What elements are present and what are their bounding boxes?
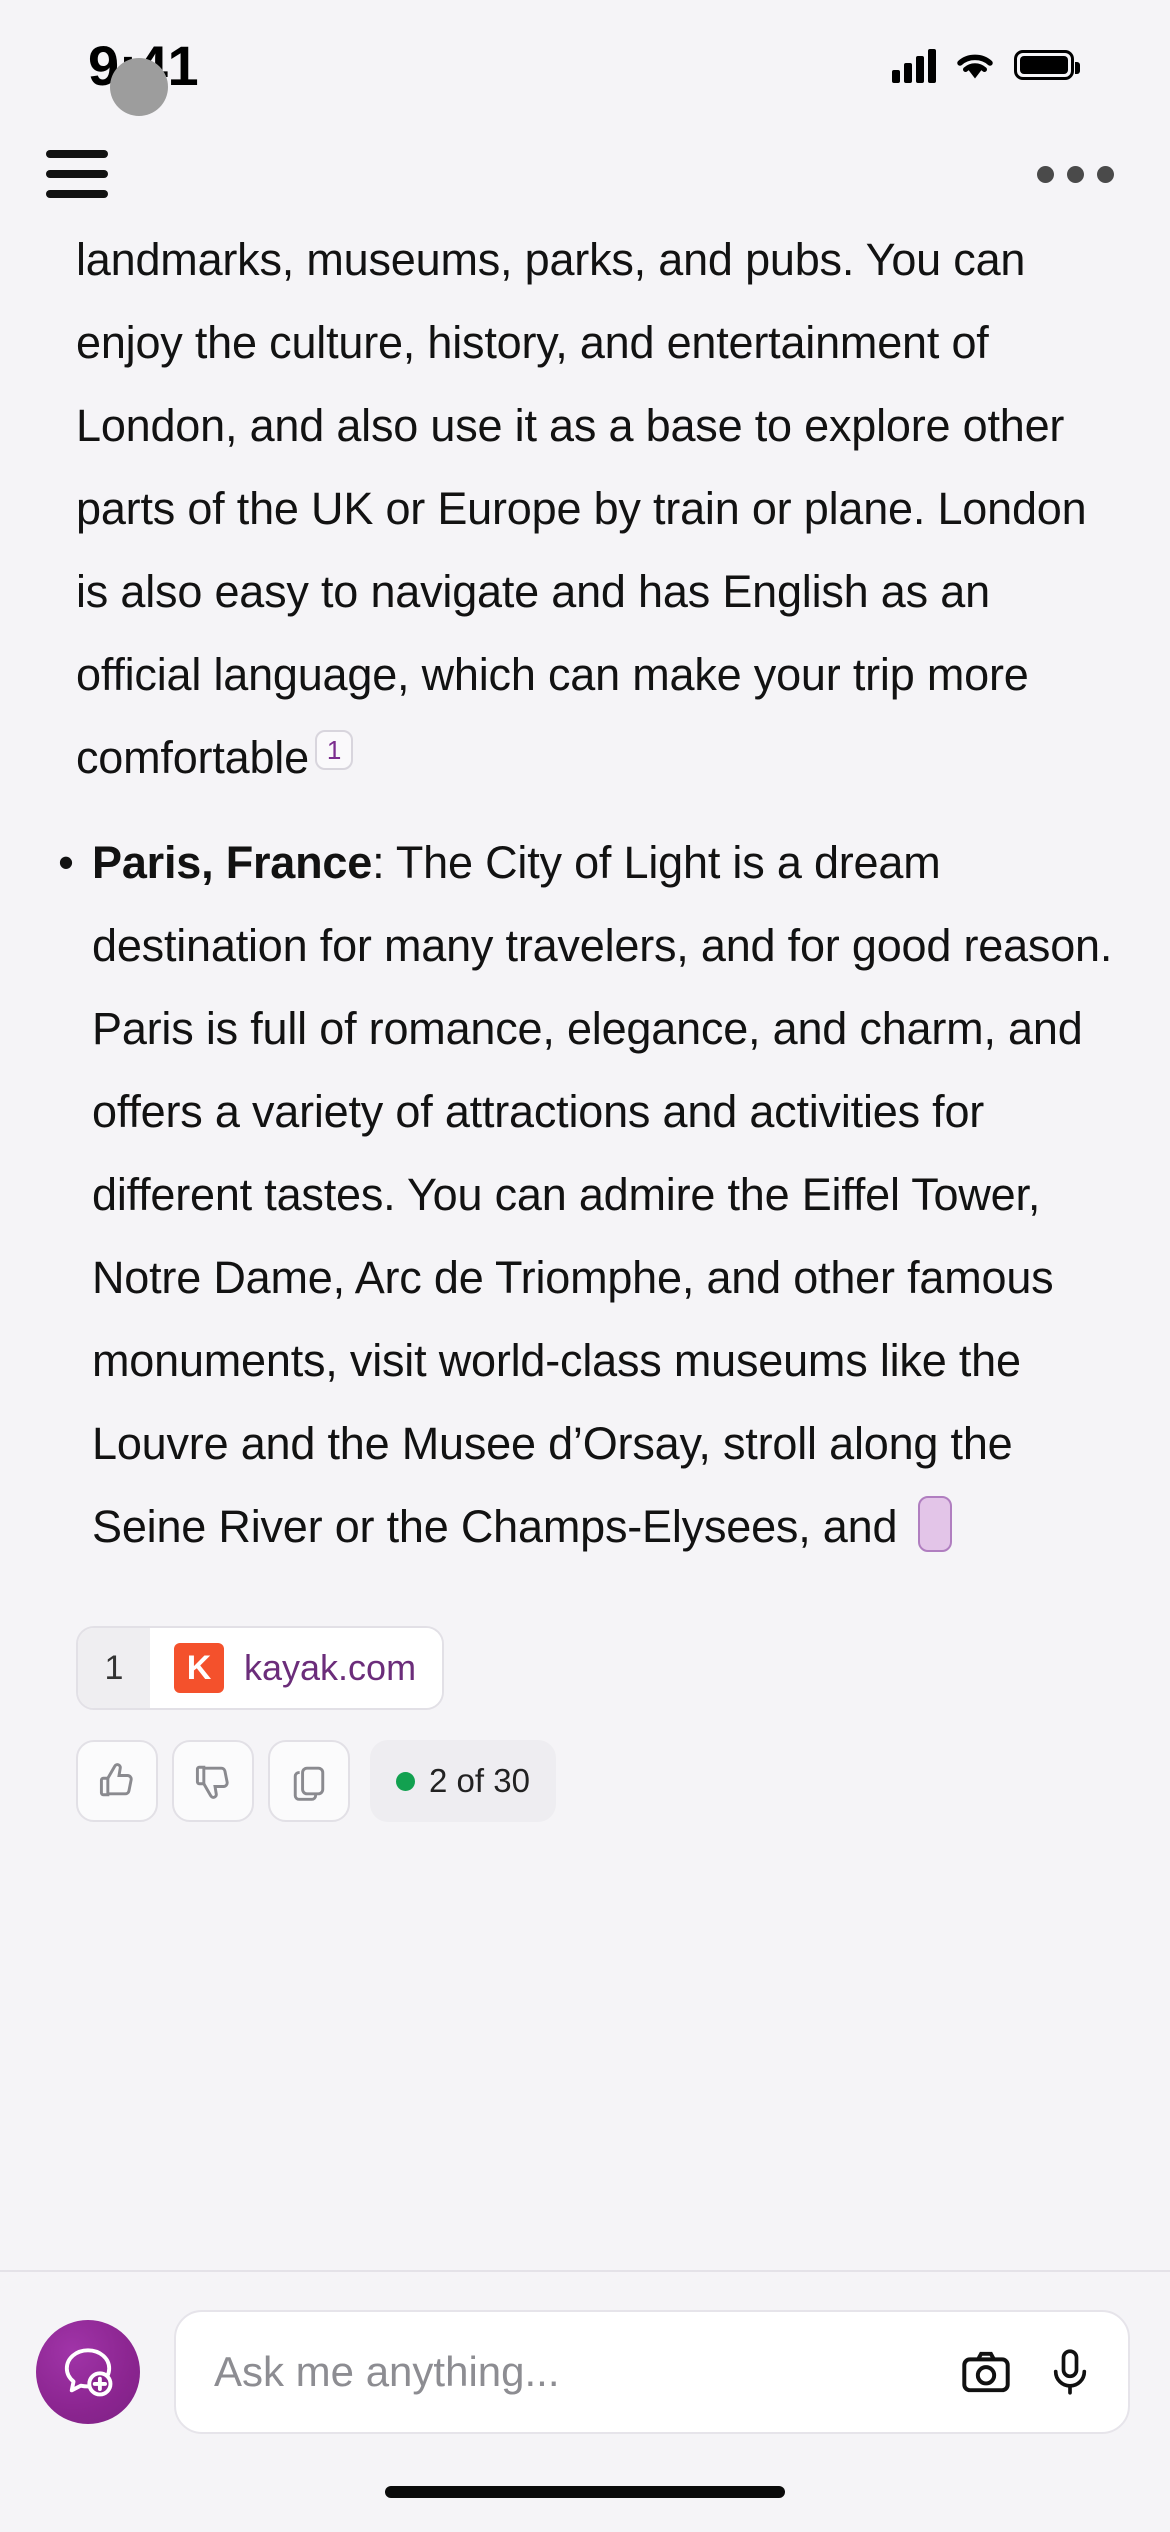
thumbs-down-icon bbox=[195, 1765, 229, 1799]
phone-screen: 9:41 landmarks, museums, parks, and pubs… bbox=[0, 0, 1170, 2532]
thumbs-up-icon bbox=[99, 1763, 133, 1797]
message-input-container[interactable]: Ask me anything... bbox=[174, 2310, 1130, 2434]
source-citations: 1 K kayak.com bbox=[40, 1626, 1130, 1710]
bullet-title: Paris, France bbox=[92, 837, 373, 888]
home-indicator bbox=[385, 2486, 785, 2498]
message-actions: 2 of 30 bbox=[40, 1740, 1130, 1822]
paragraph-text: landmarks, museums, parks, and pubs. You… bbox=[76, 234, 1087, 783]
conversation-scroll-area[interactable]: landmarks, museums, parks, and pubs. You… bbox=[0, 218, 1170, 2270]
hamburger-menu-icon[interactable] bbox=[46, 150, 108, 198]
typing-caret-icon bbox=[917, 1496, 952, 1552]
wifi-icon bbox=[957, 54, 993, 79]
bullet-content: Paris, France: The City of Light is a dr… bbox=[92, 821, 1120, 1568]
thumbs-down-button[interactable] bbox=[172, 1740, 254, 1822]
source-chip-kayak[interactable]: 1 K kayak.com bbox=[76, 1626, 445, 1710]
status-icons bbox=[892, 47, 1080, 83]
citation-badge[interactable]: 1 bbox=[314, 730, 354, 770]
composer-bar: Ask me anything... bbox=[0, 2272, 1170, 2472]
more-options-icon[interactable] bbox=[1037, 165, 1114, 183]
battery-full-icon bbox=[1014, 50, 1080, 80]
top-navigation-bar bbox=[0, 130, 1170, 218]
microphone-icon[interactable] bbox=[1044, 2344, 1096, 2400]
bullet-marker: • bbox=[58, 837, 74, 888]
copy-button[interactable] bbox=[268, 1740, 350, 1822]
bullet-title-separator: : bbox=[372, 837, 396, 888]
status-bar: 9:41 bbox=[0, 0, 1170, 130]
home-indicator-area bbox=[0, 2472, 1170, 2532]
source-details: K kayak.com bbox=[150, 1628, 443, 1708]
kayak-logo-icon: K bbox=[174, 1643, 224, 1693]
thumbs-up-button[interactable] bbox=[76, 1740, 158, 1822]
source-name: kayak.com bbox=[244, 1647, 417, 1688]
new-chat-bubble-icon bbox=[64, 2348, 113, 2397]
source-number: 1 bbox=[78, 1628, 150, 1708]
counter-label: 2 of 30 bbox=[429, 1762, 530, 1799]
new-chat-button[interactable] bbox=[36, 2320, 140, 2424]
cellular-signal-icon bbox=[892, 47, 936, 83]
camera-icon[interactable] bbox=[958, 2344, 1014, 2400]
list-item: • Paris, France: The City of Light is a … bbox=[40, 821, 1130, 1568]
status-dot-icon bbox=[396, 1771, 415, 1791]
user-avatar[interactable] bbox=[110, 58, 168, 116]
bullet-body-text: The City of Light is a dream destination… bbox=[92, 837, 1113, 1552]
assistant-message-paragraph: landmarks, museums, parks, and pubs. You… bbox=[40, 218, 1130, 799]
response-counter[interactable]: 2 of 30 bbox=[370, 1740, 556, 1822]
copy-icon bbox=[293, 1766, 325, 1801]
search-input[interactable]: Ask me anything... bbox=[214, 2348, 928, 2396]
